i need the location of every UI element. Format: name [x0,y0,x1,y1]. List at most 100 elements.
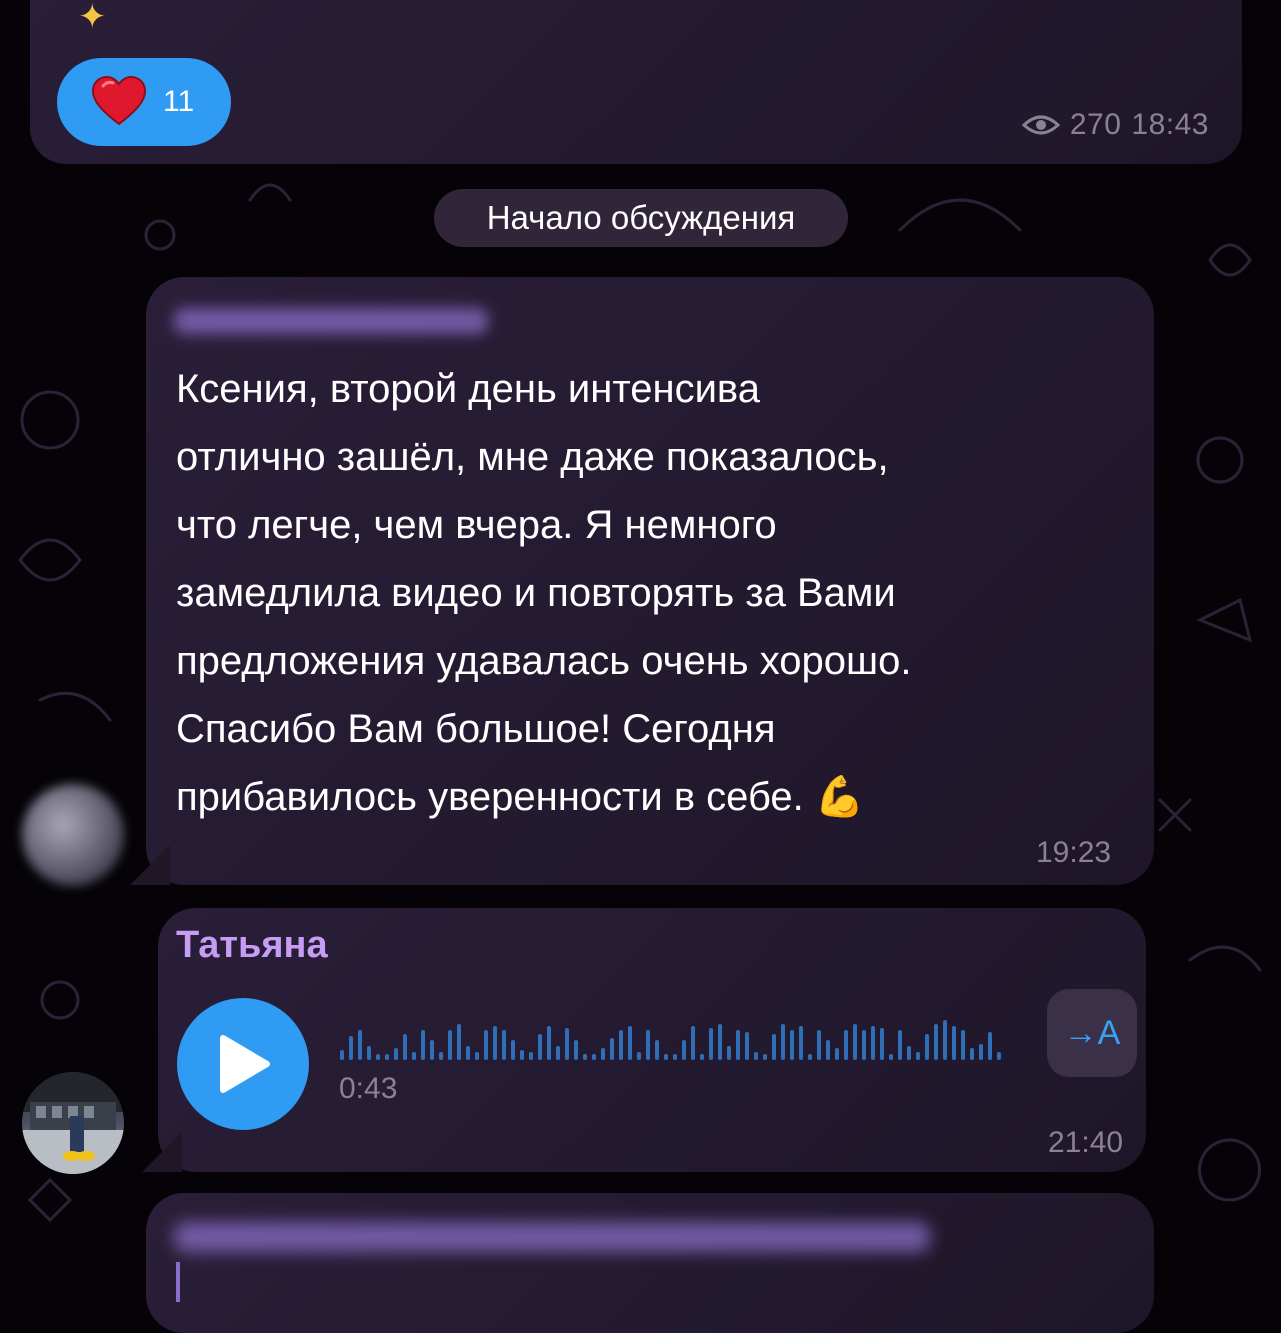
sender-name-blurred [174,1222,930,1252]
waveform-bar [358,1030,362,1060]
voice-waveform[interactable] [340,1012,1010,1060]
waveform-bar [421,1030,425,1060]
waveform-bar [448,1030,452,1060]
waveform-bar [493,1026,497,1060]
waveform-bar [925,1034,929,1060]
message-bubble[interactable] [146,1193,1154,1333]
waveform-bar [637,1052,641,1060]
waveform-bar [412,1052,416,1060]
play-icon [220,1035,270,1093]
waveform-bar [979,1044,983,1060]
waveform-bar [430,1040,434,1060]
heart-icon [91,75,147,126]
waveform-bar [682,1040,686,1060]
waveform-bar [520,1050,524,1060]
waveform-bar [439,1052,443,1060]
waveform-bar [403,1034,407,1060]
heart-reaction-button[interactable]: 11 [57,58,231,146]
waveform-bar [961,1030,965,1060]
waveform-bar [988,1032,992,1060]
post-time: 18:43 [1131,108,1209,141]
waveform-bar [394,1048,398,1060]
eye-icon [1021,115,1060,135]
sparkle-icon: ✦ [78,0,107,36]
waveform-bar [538,1034,542,1060]
voice-duration: 0:43 [339,1072,398,1105]
waveform-bar [763,1054,767,1060]
reaction-count: 11 [163,85,195,118]
waveform-bar [502,1030,506,1060]
waveform-bar [664,1054,668,1060]
waveform-bar [862,1030,866,1060]
waveform-bar [628,1026,632,1060]
waveform-bar [781,1024,785,1060]
waveform-bar [754,1052,758,1060]
waveform-bar [907,1046,911,1060]
view-count: 270 [1069,108,1122,141]
waveform-bar [772,1034,776,1060]
waveform-bar [745,1032,749,1060]
waveform-bar [655,1040,659,1060]
waveform-bar [601,1048,605,1060]
waveform-bar [799,1026,803,1060]
waveform-bar [736,1030,740,1060]
waveform-bar [844,1030,848,1060]
waveform-bar [709,1028,713,1060]
play-button[interactable] [177,998,309,1130]
transcribe-button[interactable]: →A [1047,989,1137,1077]
waveform-bar [610,1038,614,1060]
waveform-bar [808,1054,812,1060]
waveform-bar [385,1054,389,1060]
waveform-bar [817,1030,821,1060]
transcribe-label: →A [1063,1013,1121,1052]
waveform-bar [547,1026,551,1060]
avatar-photo [22,1072,124,1174]
waveform-bar [619,1030,623,1060]
waveform-bar [898,1030,902,1060]
waveform-bar [592,1054,596,1060]
avatar[interactable] [22,1072,124,1174]
waveform-bar [835,1048,839,1060]
waveform-bar [880,1028,884,1060]
waveform-bar [853,1024,857,1060]
waveform-bar [349,1036,353,1060]
waveform-bar [475,1052,479,1060]
waveform-bar [511,1040,515,1060]
waveform-bar [574,1040,578,1060]
post-meta: 270 18:43 [1021,108,1209,142]
waveform-bar [943,1020,947,1060]
waveform-bar [826,1040,830,1060]
waveform-bar [916,1052,920,1060]
waveform-bar [790,1030,794,1060]
waveform-bar [529,1052,533,1060]
waveform-bar [691,1026,695,1060]
waveform-bar [700,1054,704,1060]
waveform-bar [457,1024,461,1060]
sender-name-blurred [174,308,488,334]
message-time: 19:23 [1036,836,1112,869]
reply-quote-bar [176,1262,180,1302]
waveform-bar [673,1054,677,1060]
waveform-bar [970,1048,974,1060]
waveform-bar [376,1054,380,1060]
waveform-bar [871,1026,875,1060]
waveform-bar [934,1024,938,1060]
waveform-bar [952,1026,956,1060]
sender-name[interactable]: Татьяна [176,924,328,967]
message-time: 21:40 [1048,1126,1124,1159]
waveform-bar [565,1028,569,1060]
waveform-bar [466,1046,470,1060]
waveform-bar [997,1052,1001,1060]
waveform-bar [889,1054,893,1060]
waveform-bar [367,1046,371,1060]
waveform-bar [718,1024,722,1060]
discussion-start-label: Начало обсуждения [434,189,848,247]
waveform-bar [727,1046,731,1060]
waveform-bar [646,1030,650,1060]
waveform-bar [556,1046,560,1060]
waveform-bar [484,1030,488,1060]
waveform-bar [583,1054,587,1060]
message-text: Ксения, второй день интенсива отлично за… [176,367,912,819]
waveform-bar [340,1050,344,1060]
avatar[interactable] [22,784,124,886]
